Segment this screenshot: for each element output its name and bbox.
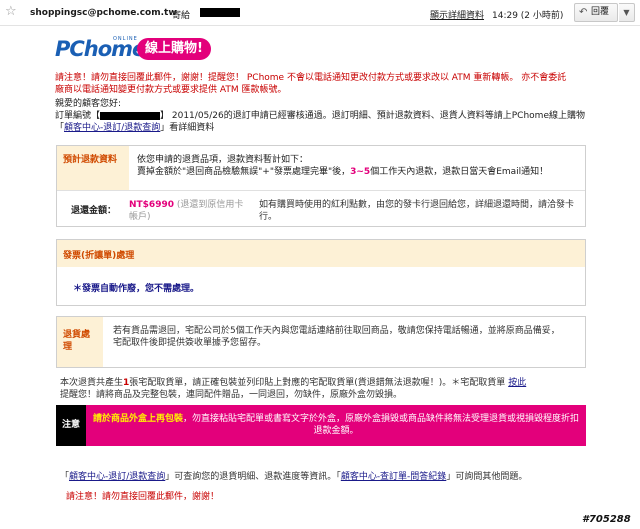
refund-line-2a: 賣掉金額於"退回商品檢驗無誤"+"發票處理完畢"後， [137, 167, 351, 177]
logo-online: ONLINE [113, 36, 138, 42]
footer-bracket-open: 「 [60, 472, 70, 482]
refund-amount: NT$6990 (退還到原信用卡帳戶) [129, 199, 247, 223]
order-summary: 訂單編號【】 2011/05/26的退訂申請已經審核通過。退訂明細、預計退款資料… [55, 110, 585, 134]
sent-to-label: 寄給 [172, 11, 191, 21]
footer-links: 「顧客中心-退訂/退款查詢」可查詢您的退貨明細、退款進度等資訊。「顧客中心-查訂… [60, 469, 600, 482]
notice-text: 請於商品外盒上再包裝，勿直接粘貼宅配單或書寫文字於外盒，原廠外盒損毀或商品缺件將… [90, 413, 582, 437]
reply-icon: ↶ [579, 7, 588, 18]
redacted-recipient [200, 8, 240, 17]
notice-highlight: 請於商品外盒上再包裝 [92, 414, 183, 424]
refund-line-2c: 個工作天內退款，退款日當天會Email通知！ [370, 167, 549, 177]
refund-amount-value: NT$6990 [129, 200, 174, 210]
refund-info-text: 依您申請的退貨品項，退款資料暫計如下： 賣掉金額於"退回商品檢驗無誤"+"發票處… [137, 154, 577, 178]
return-extra: 本次退貨共產生1張宅配取貨單，請正確包裝並列印貼上對應的宅配取貨單(貨退錯無法退… [60, 377, 585, 401]
return-title: 退貨處理 [57, 317, 103, 367]
return-extra-a: 本次退貨共產生 [60, 378, 124, 388]
refund-info-title: 預計退款資料 [57, 146, 129, 190]
invoice-box: 發票(折讓單)處理 ＊發票自動作廢，您不需處理。 [56, 239, 586, 306]
sender-address[interactable]: shoppingsc@pchome.com.tw [30, 8, 177, 18]
footer-text-1: 」可查詢您的退貨明細、退款進度等資訊。「 [165, 472, 341, 482]
refund-query-link[interactable]: 顧客中心-退訂/退款查詢 [64, 123, 160, 133]
order-end: 」看詳細資料 [160, 123, 215, 133]
return-extra-c: 提醒您！請將商品及完整包裝，連同配件贈品，一同退回，勿缺件，原廠外盒勿毀損。 [60, 390, 403, 400]
logo-shop-badge: 線上購物! [137, 38, 211, 60]
email-header: ☆ shoppingsc@pchome.com.tw 寄給 顯示詳細資料 14:… [0, 0, 640, 26]
watermark: #705288 [582, 514, 631, 525]
return-body-2: 宅配取件後即提供簽收單據予您留存。 [113, 338, 267, 348]
show-details-link[interactable]: 顯示詳細資料 [430, 8, 484, 21]
refund-amount-note: 如有購買時使用的紅利點數，由您的發卡行退回給您，詳細退還時間，請洽發卡行。 [259, 200, 575, 222]
return-body-1: 若有貨品需退回，宅配公司於5個工作天內與您電話連絡前往取回商品，敬請您保持電話暢… [113, 326, 560, 336]
timestamp: 14:29 (2 小時前) [492, 11, 564, 21]
invoice-note: ＊發票自動作廢，您不需處理。 [73, 284, 200, 294]
refund-info-box: 預計退款資料 依您申請的退貨品項，退款資料暫計如下： 賣掉金額於"退回商品檢驗無… [56, 145, 586, 227]
refund-line-1: 依您申請的退貨品項，退款資料暫計如下： [137, 155, 309, 165]
footer-text-2: 」可詢問其他問題。 [446, 472, 528, 482]
greeting-block: 親愛的顧客您好: 訂單編號【】 2011/05/26的退訂申請已經審核通過。退訂… [55, 98, 585, 134]
invoice-title: 發票(折讓單)處理 [57, 240, 585, 267]
divider [57, 190, 585, 191]
order-prefix: 訂單編號【 [55, 111, 101, 121]
notice-body: ，勿直接粘貼宅配單或書寫文字於外盒，原廠外盒損毀或商品缺件將無法受理退貨或視損毀… [183, 414, 580, 436]
redacted-order-number [100, 111, 161, 120]
return-box: 退貨處理 若有貨品需退回，宅配公司於5個工作天內與您電話連絡前往取回商品，敬請您… [56, 316, 586, 368]
return-extra-b: 張宅配取貨單，請正確包裝並列印貼上對應的宅配取貨單(貨退錯無法退款喔！)。＊宅配… [129, 378, 506, 388]
refund-amount-label: 退還金額： [71, 206, 117, 216]
return-body: 若有貨品需退回，宅配公司於5個工作天內與您電話連絡前往取回商品，敬請您保持電話暢… [113, 325, 573, 349]
star-icon[interactable]: ☆ [5, 5, 17, 18]
refund-line-2: 賣掉金額於"退回商品檢驗無誤"+"發票處理完畢"後，3~5個工作天內退款，退款日… [137, 166, 577, 178]
more-actions-button[interactable]: ▼ [619, 3, 635, 22]
footer-qa-link[interactable]: 顧客中心-查訂單-問答紀錄 [341, 472, 447, 482]
refund-days: 3~5 [350, 167, 371, 177]
footer-refund-query-link[interactable]: 顧客中心-退訂/退款查詢 [69, 472, 165, 482]
greeting-line: 親愛的顧客您好: [55, 99, 122, 109]
notice-label: 注意 [56, 405, 86, 446]
top-warning: 請注意！請勿直接回覆此郵件，謝謝！提醒您！ PChome 不會以電話通知更改付款… [55, 73, 567, 95]
print-label-link[interactable]: 按此 [508, 378, 526, 388]
notice-banner: 注意 請於商品外盒上再包裝，勿直接粘貼宅配單或書寫文字於外盒，原廠外盒損毀或商品… [56, 405, 586, 446]
footer-warning: 請注意！請勿直接回覆此郵件，謝謝！ [66, 492, 220, 502]
reply-label: 回覆 [591, 7, 610, 17]
reply-button[interactable]: ↶ 回覆 [574, 3, 618, 22]
